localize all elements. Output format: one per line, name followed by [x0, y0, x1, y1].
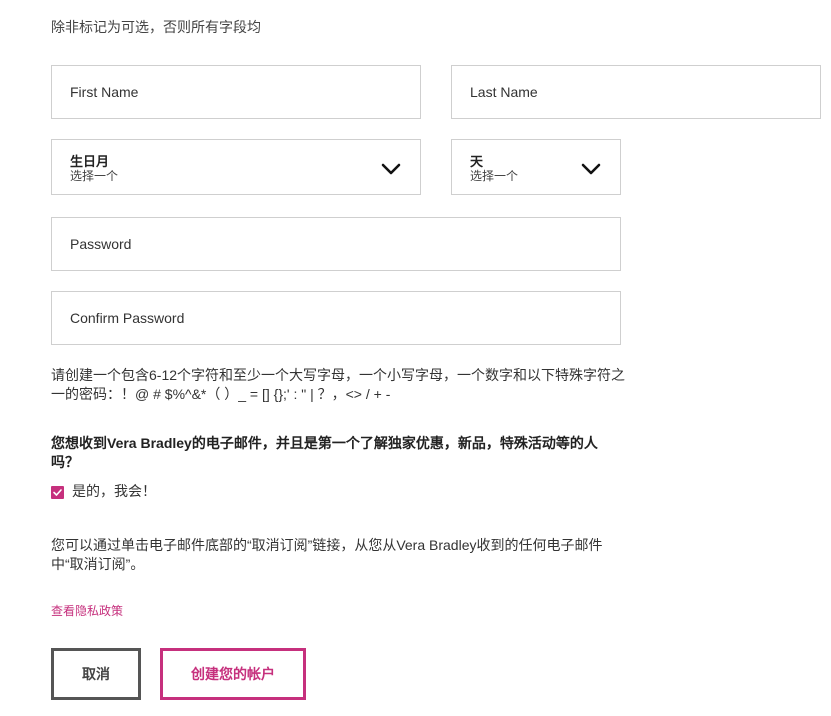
email-opt-in-checkbox[interactable] [51, 486, 64, 499]
chevron-down-icon [581, 163, 601, 175]
chevron-down-icon [381, 163, 401, 175]
last-name-field-box [451, 65, 821, 119]
cancel-button[interactable]: 取消 [51, 648, 141, 700]
birth-day-value: 选择一个 [470, 169, 519, 183]
create-account-button[interactable]: 创建您的帐户 [160, 648, 306, 700]
password-requirements: 请创建一个包含6-12个字符和至少一个大写字母，一个小写字母，一个数字和以下特殊… [51, 367, 626, 402]
first-name-input[interactable] [52, 66, 420, 118]
last-name-input[interactable] [452, 66, 820, 118]
unsubscribe-note: 您可以通过单击电子邮件底部的“取消订阅”链接，从您从Vera Bradley收到… [51, 537, 603, 572]
email-opt-in-question: 您想收到Vera Bradley的电子邮件，并且是第一个了解独家优惠，新品，特殊… [51, 435, 598, 470]
privacy-policy-link[interactable]: 查看隐私政策 [51, 602, 123, 619]
birth-month-value: 选择一个 [70, 169, 119, 183]
confirm-password-input[interactable] [52, 292, 620, 344]
required-fields-note: 除非标记为可选，否则所有字段均 [51, 19, 261, 35]
email-opt-in-label[interactable]: 是的，我会！ [72, 481, 156, 501]
confirm-password-field-box [51, 291, 621, 345]
birth-month-select[interactable]: 生日月 选择一个 [51, 139, 421, 195]
password-input[interactable] [52, 218, 620, 270]
password-field-box [51, 217, 621, 271]
first-name-field-box [51, 65, 421, 119]
birth-day-select[interactable]: 天 选择一个 [451, 139, 621, 195]
check-icon [53, 489, 62, 496]
